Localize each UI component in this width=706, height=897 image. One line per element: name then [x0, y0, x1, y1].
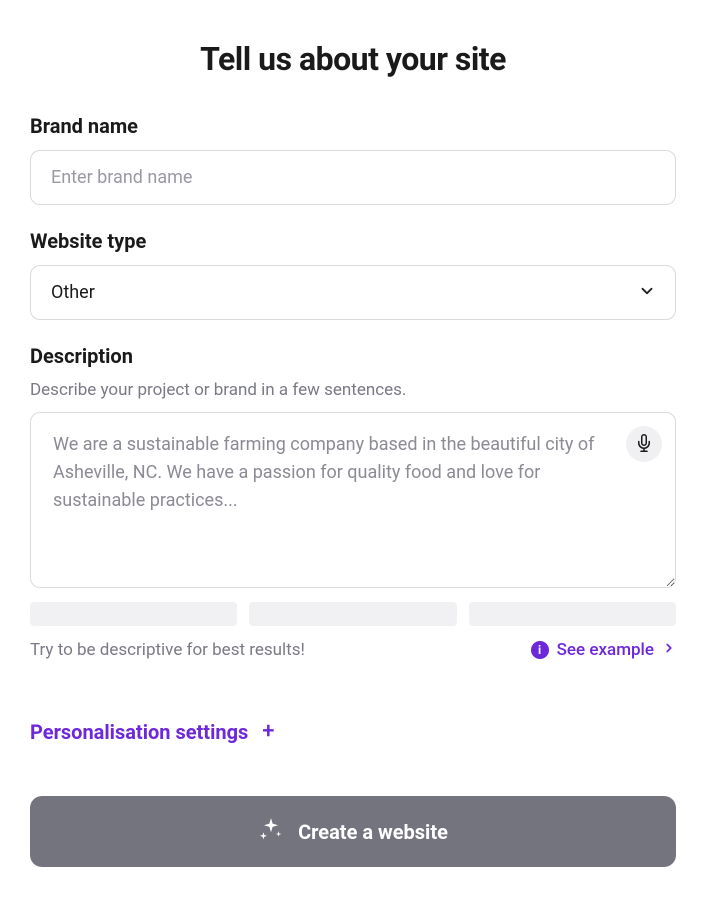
- plus-icon: +: [262, 721, 274, 743]
- suggestion-chip[interactable]: [249, 602, 456, 626]
- brand-name-input[interactable]: [30, 150, 676, 205]
- microphone-icon: [635, 434, 653, 455]
- suggestion-chip[interactable]: [30, 602, 237, 626]
- suggestion-chips: [30, 602, 676, 626]
- see-example-label: See example: [557, 640, 654, 660]
- chevron-right-icon: [662, 640, 676, 660]
- description-sublabel: Describe your project or brand in a few …: [30, 380, 676, 400]
- voice-input-button[interactable]: [626, 426, 662, 462]
- description-hint: Try to be descriptive for best results!: [30, 640, 305, 660]
- description-textarea[interactable]: [30, 412, 676, 588]
- info-icon: i: [531, 641, 549, 659]
- create-website-button[interactable]: Create a website: [30, 796, 676, 867]
- sparkle-icon: [258, 816, 284, 847]
- website-type-label: Website type: [30, 229, 676, 253]
- suggestion-chip[interactable]: [469, 602, 676, 626]
- website-type-group: Website type Other: [30, 229, 676, 320]
- create-website-label: Create a website: [298, 820, 448, 844]
- description-label: Description: [30, 344, 676, 368]
- description-group: Description Describe your project or bra…: [30, 344, 676, 660]
- brand-name-label: Brand name: [30, 114, 676, 138]
- personalisation-label: Personalisation settings: [30, 720, 248, 744]
- website-type-select[interactable]: Other: [30, 265, 676, 320]
- see-example-link[interactable]: i See example: [531, 640, 676, 660]
- page-title: Tell us about your site: [30, 40, 676, 78]
- brand-name-group: Brand name: [30, 114, 676, 205]
- personalisation-settings-toggle[interactable]: Personalisation settings +: [30, 720, 275, 744]
